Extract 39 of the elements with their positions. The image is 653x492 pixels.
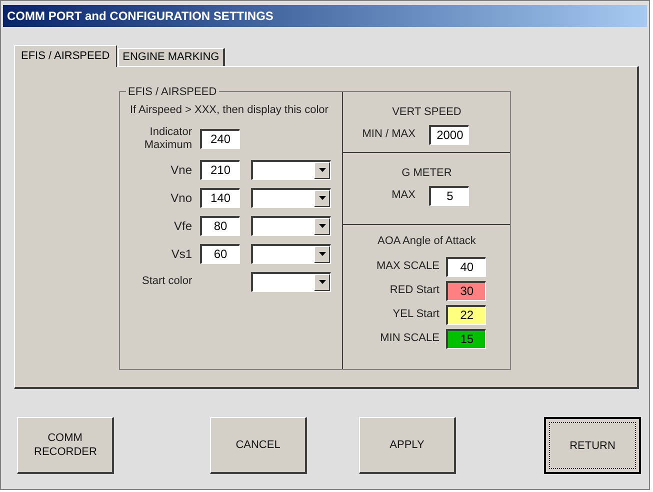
- field-label: RED Start: [388, 283, 440, 298]
- input-field[interactable]: 15: [446, 328, 486, 348]
- dropdown[interactable]: [251, 160, 331, 180]
- input-field[interactable]: 60: [200, 244, 240, 264]
- input-field[interactable]: 30: [446, 280, 486, 300]
- button[interactable]: RETURN: [544, 417, 641, 474]
- tab[interactable]: EFIS / AIRSPEED: [14, 45, 117, 67]
- field-label: Start color: [141, 274, 194, 290]
- hint-text: If Airspeed > XXX, then display this color: [130, 103, 330, 118]
- field-label: MAX SCALE: [375, 259, 440, 274]
- field-label: Vfe: [172, 218, 192, 234]
- tab[interactable]: ENGINE MARKING: [118, 48, 226, 66]
- button[interactable]: CANCEL: [210, 417, 307, 474]
- button[interactable]: COMM RECORDER: [17, 417, 114, 474]
- field-label: MIN SCALE: [379, 331, 440, 346]
- input-field[interactable]: 40: [446, 256, 486, 276]
- input-field[interactable]: 2000: [429, 124, 470, 144]
- field-label: YEL Start: [392, 307, 440, 322]
- field-label: Vno: [170, 190, 192, 206]
- field-label: MAX: [390, 188, 416, 204]
- section-title: G METER: [402, 166, 452, 181]
- field-label: Vs1: [170, 246, 192, 262]
- section-title: VERT SPEED: [392, 105, 462, 120]
- field-label: MIN / MAX: [361, 127, 416, 142]
- window-title: COMM PORT and CONFIGURATION SETTINGS: [7, 8, 274, 25]
- button[interactable]: APPLY: [359, 417, 456, 474]
- input-field[interactable]: 240: [200, 128, 240, 148]
- input-field[interactable]: 80: [200, 216, 240, 236]
- input-field[interactable]: 5: [429, 186, 470, 206]
- dropdown[interactable]: [251, 216, 331, 236]
- dropdown[interactable]: [251, 272, 331, 292]
- dropdown[interactable]: [251, 244, 331, 264]
- field-label: Vne: [170, 162, 192, 178]
- input-field[interactable]: 140: [200, 188, 240, 208]
- dropdown[interactable]: [251, 188, 331, 208]
- input-field[interactable]: 210: [200, 160, 240, 180]
- input-field[interactable]: 22: [446, 304, 486, 324]
- field-label: Indicator Maximum: [143, 126, 192, 152]
- section-title: AOA Angle of Attack: [377, 234, 476, 249]
